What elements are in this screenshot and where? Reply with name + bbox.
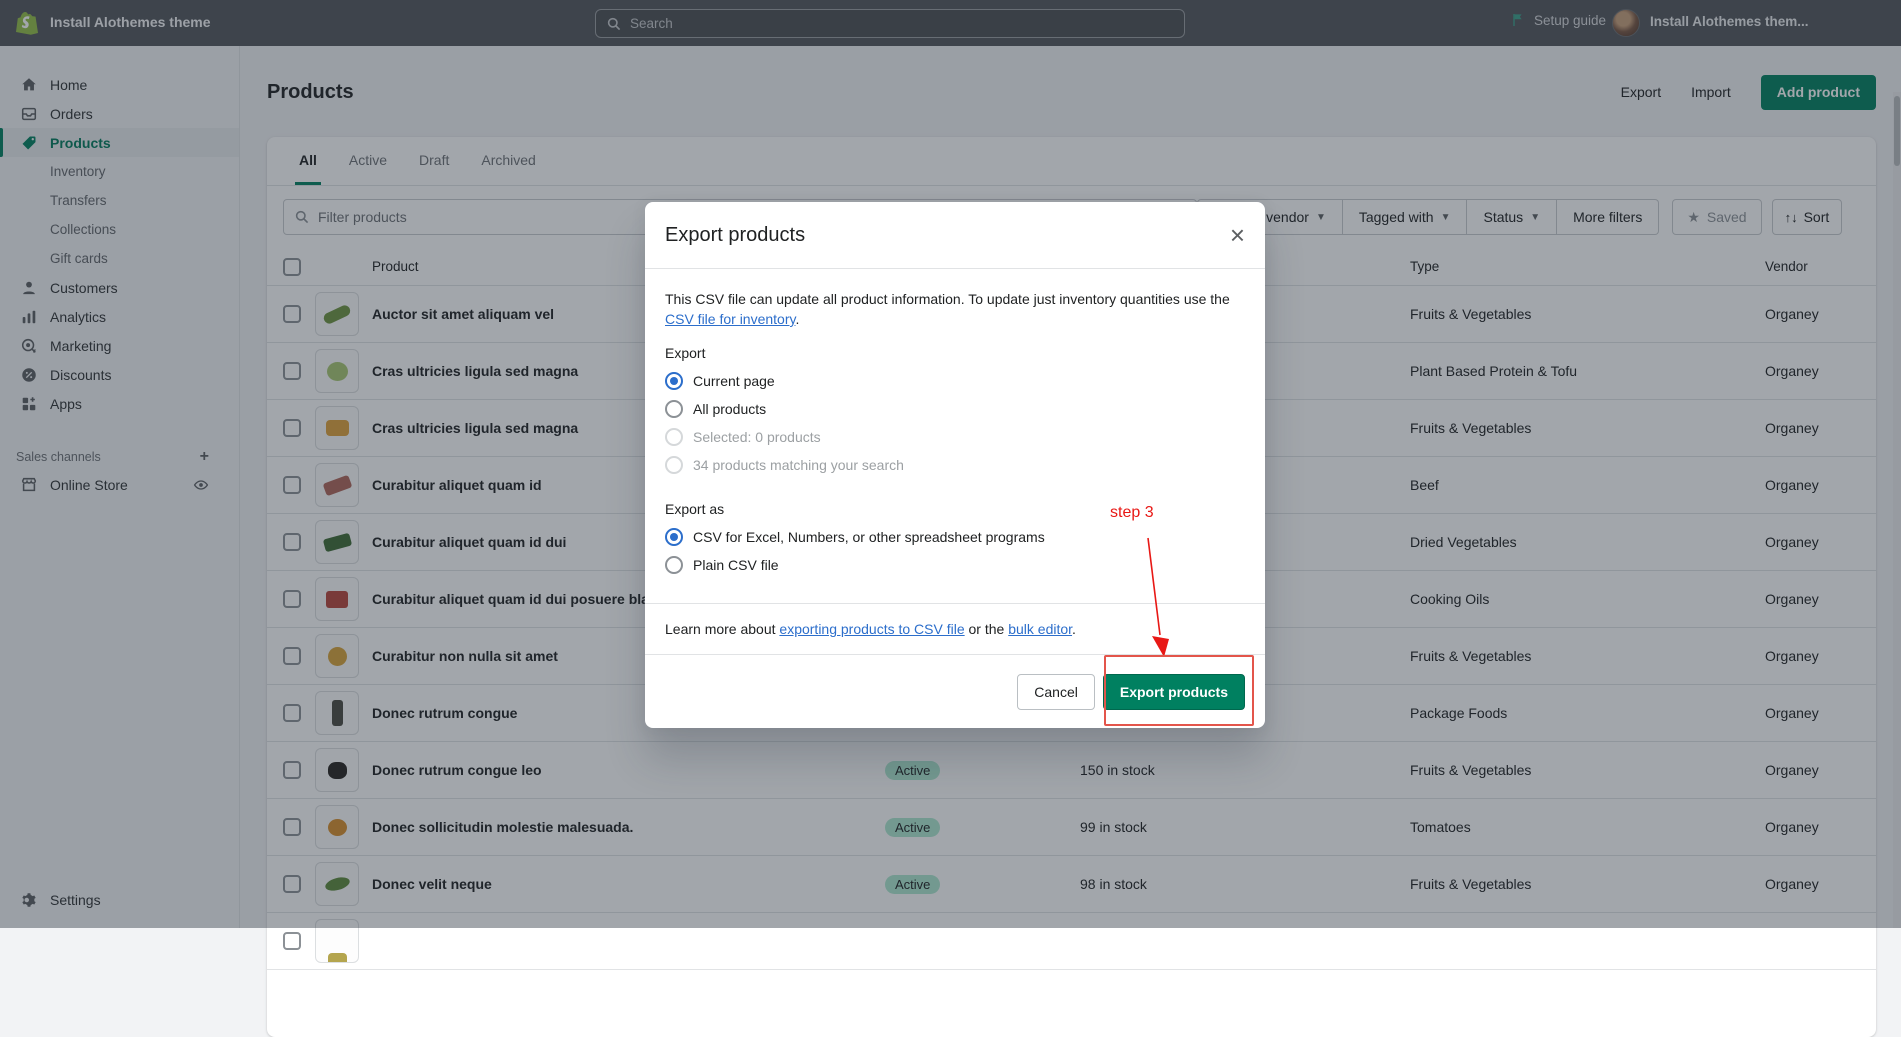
export-option-34-products-matching-your-search: 34 products matching your search [665, 451, 1245, 479]
radio-label: All products [693, 401, 766, 417]
export-options: Current page All products Selected: 0 prod… [665, 367, 1245, 479]
radio-label: 34 products matching your search [693, 457, 904, 473]
export-option-selected-0-products: Selected: 0 products [665, 423, 1245, 451]
step-annotation-rectangle [1104, 655, 1254, 726]
radio-button[interactable] [665, 528, 683, 546]
export-section-label: Export [665, 345, 1245, 361]
partial-image [328, 953, 347, 963]
close-icon[interactable]: × [1230, 225, 1245, 245]
row-checkbox[interactable] [283, 932, 301, 950]
step-annotation-arrow [1090, 500, 1290, 670]
modal-title: Export products [665, 221, 805, 249]
radio-button [665, 428, 683, 446]
radio-button[interactable] [665, 556, 683, 574]
export-option-all-products[interactable]: All products [665, 395, 1245, 423]
modal-description: This CSV file can update all product inf… [665, 289, 1245, 329]
radio-label: Selected: 0 products [693, 429, 821, 445]
radio-label: CSV for Excel, Numbers, or other spreads… [693, 529, 1045, 545]
exporting-products-link[interactable]: exporting products to CSV file [779, 621, 964, 637]
cancel-button[interactable]: Cancel [1017, 674, 1095, 710]
radio-label: Current page [693, 373, 775, 389]
radio-label: Plain CSV file [693, 557, 779, 573]
export-option-current-page[interactable]: Current page [665, 367, 1245, 395]
radio-button[interactable] [665, 400, 683, 418]
radio-button[interactable] [665, 372, 683, 390]
radio-button [665, 456, 683, 474]
bulk-editor-link[interactable]: bulk editor [1008, 621, 1072, 637]
csv-inventory-link[interactable]: CSV file for inventory [665, 311, 795, 327]
